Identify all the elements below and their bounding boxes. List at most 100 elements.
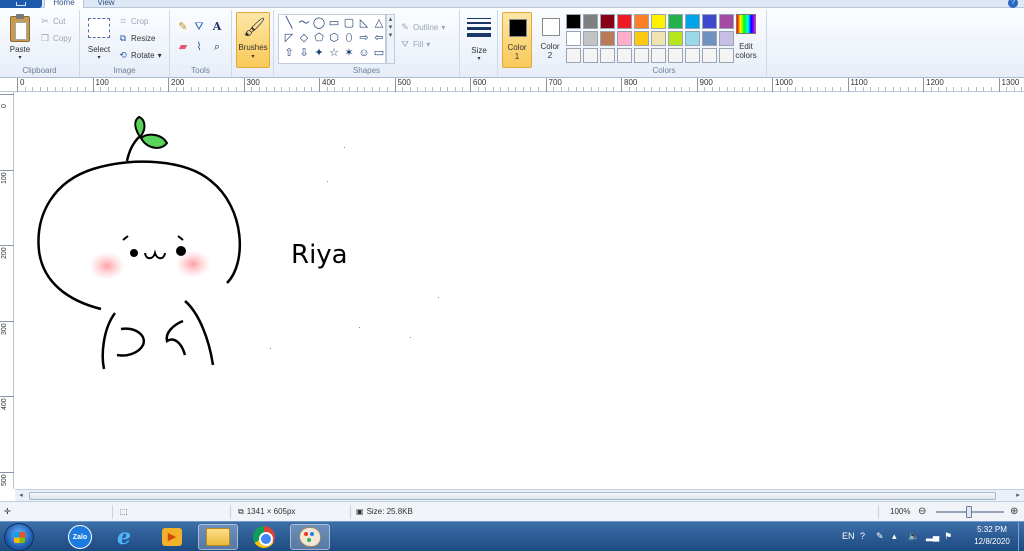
shape-option[interactable]: ◯ [312, 16, 326, 31]
palette-swatch[interactable] [566, 14, 581, 29]
palette-swatch[interactable] [651, 48, 666, 63]
taskbar-file-explorer[interactable] [198, 524, 238, 550]
palette-swatch[interactable] [634, 31, 649, 46]
shape-option[interactable]: ╲ [282, 16, 296, 31]
select-button[interactable]: Select ▾ [82, 12, 116, 64]
palette-swatch[interactable] [685, 31, 700, 46]
shape-option[interactable]: ▢ [342, 16, 356, 31]
palette-swatch[interactable] [634, 14, 649, 29]
palette-swatch[interactable] [600, 31, 615, 46]
palette-swatch[interactable] [583, 48, 598, 63]
copy-button[interactable]: ❐ Copy [40, 33, 72, 43]
palette-swatch[interactable] [651, 14, 666, 29]
clock-date[interactable]: 12/8/2020 [966, 537, 1018, 546]
palette-swatch[interactable] [651, 31, 666, 46]
show-hidden-icons-icon[interactable]: ▴ [892, 530, 897, 542]
help-tray-icon[interactable]: ? [860, 530, 865, 542]
cut-button[interactable]: ✂ Cut [40, 16, 65, 26]
shapes-gallery-scroll[interactable]: ▴ ▾ ▾ [386, 14, 395, 64]
shape-option[interactable]: ⬡ [327, 31, 341, 46]
show-desktop-button[interactable] [1018, 522, 1024, 551]
language-indicator[interactable]: EN [842, 530, 855, 542]
palette-swatch[interactable] [583, 31, 598, 46]
tab-view[interactable]: View [86, 0, 126, 8]
palette-swatch[interactable] [634, 48, 649, 63]
shape-option[interactable]: ⬠ [312, 31, 326, 46]
shape-option[interactable]: ◇ [297, 31, 311, 46]
zoom-in-icon[interactable]: ⊕ [1010, 502, 1018, 522]
network-signal-icon[interactable]: ▂▄ [926, 530, 939, 542]
shape-option[interactable]: ⇧ [282, 46, 296, 61]
shape-option[interactable]: ⇩ [297, 46, 311, 61]
shape-option[interactable]: 〜 [297, 16, 311, 31]
color1-button[interactable]: Color 1 [502, 12, 532, 68]
resize-button[interactable]: ⧉ Resize [118, 33, 156, 43]
palette-swatch[interactable] [702, 31, 717, 46]
shape-option[interactable]: ✶ [342, 46, 356, 61]
file-menu-button[interactable] [0, 0, 42, 8]
palette-swatch[interactable] [583, 14, 598, 29]
palette-swatch[interactable] [702, 14, 717, 29]
rotate-button[interactable]: ⟲ Rotate ▾ [118, 50, 161, 60]
magnifier-icon[interactable]: ⌕ [210, 40, 224, 54]
eraser-icon[interactable]: ▰ [176, 40, 190, 54]
pen-tray-icon[interactable]: ✎ [876, 530, 884, 542]
action-center-flag-icon[interactable]: ⚑ [944, 530, 952, 542]
zoom-out-icon[interactable]: ⊖ [918, 502, 926, 522]
taskbar-internet-explorer[interactable]: e [104, 524, 144, 550]
taskbar-media-player[interactable]: ▶ [152, 524, 192, 550]
pencil-icon[interactable]: ✎ [176, 20, 190, 34]
fill-bucket-icon[interactable]: ⛛ [192, 20, 206, 34]
shape-option[interactable]: ⇨ [357, 31, 371, 46]
text-tool-icon[interactable]: A [210, 20, 224, 34]
start-button[interactable] [4, 523, 34, 551]
drawing-canvas[interactable]: Riya [15, 93, 1024, 489]
color-picker-icon[interactable]: ⌇ [192, 40, 206, 54]
edit-colors-button[interactable]: Edit colors [730, 12, 762, 68]
shape-option[interactable]: ▭ [372, 46, 386, 61]
palette-swatch[interactable] [600, 48, 615, 63]
color-spectrum-icon [736, 14, 756, 34]
palette-swatch[interactable] [685, 14, 700, 29]
volume-icon[interactable]: 🔈 [908, 530, 919, 542]
shape-option[interactable]: ☺ [357, 46, 371, 61]
shape-option[interactable]: ⇦ [372, 31, 386, 46]
palette-swatch[interactable] [566, 48, 581, 63]
outline-button[interactable]: ✎ Outline ▾ [400, 22, 445, 32]
palette-swatch[interactable] [566, 31, 581, 46]
palette-swatch[interactable] [685, 48, 700, 63]
shape-option[interactable]: ◺ [357, 16, 371, 31]
paste-button[interactable]: Paste ▾ [4, 12, 36, 64]
shape-option[interactable]: △ [372, 16, 386, 31]
palette-swatch[interactable] [600, 14, 615, 29]
taskbar-chrome[interactable] [244, 524, 284, 550]
shape-option[interactable]: ☆ [327, 46, 341, 61]
taskbar-zalo[interactable]: Zalo [60, 524, 100, 550]
fill-dropdown-icon: ▾ [426, 39, 431, 49]
shape-option[interactable]: ⬯ [342, 31, 356, 46]
zoom-slider-thumb[interactable] [966, 506, 972, 518]
palette-swatch[interactable] [617, 48, 632, 63]
size-button[interactable]: Size ▾ [462, 12, 496, 68]
color2-button[interactable]: Color 2 [536, 12, 564, 68]
shape-option[interactable]: ◸ [282, 31, 296, 46]
shapes-gallery[interactable]: ╲ 〜 ◯ ▭ ▢ ◺ △ ◸ ◇ ⬠ ⬡ ⬯ ⇨ ⇦ ⇧ ⇩ ✦ ☆ ✶ ☺ ▭ [278, 14, 386, 64]
scrollbar-thumb[interactable] [29, 492, 996, 500]
ruler-minor-tick [681, 87, 683, 92]
palette-swatch[interactable] [702, 48, 717, 63]
palette-swatch[interactable] [668, 14, 683, 29]
taskbar-paint[interactable] [290, 524, 330, 550]
tab-home[interactable]: Home [44, 0, 84, 8]
fill-button[interactable]: ⛛ Fill ▾ [400, 39, 430, 49]
palette-swatch[interactable] [668, 31, 683, 46]
palette-swatch[interactable] [668, 48, 683, 63]
shape-option[interactable]: ▭ [327, 16, 341, 31]
help-icon[interactable]: ? [1008, 0, 1018, 8]
palette-swatch[interactable] [617, 31, 632, 46]
clock-time[interactable]: 5:32 PM [966, 525, 1018, 534]
palette-swatch[interactable] [617, 14, 632, 29]
shape-option[interactable]: ✦ [312, 46, 326, 61]
horizontal-scrollbar[interactable]: ◂ ▸ [15, 489, 1024, 501]
ruler-tick-label: 100 [1, 171, 8, 184]
crop-button[interactable]: ⌗ Crop [118, 16, 148, 26]
